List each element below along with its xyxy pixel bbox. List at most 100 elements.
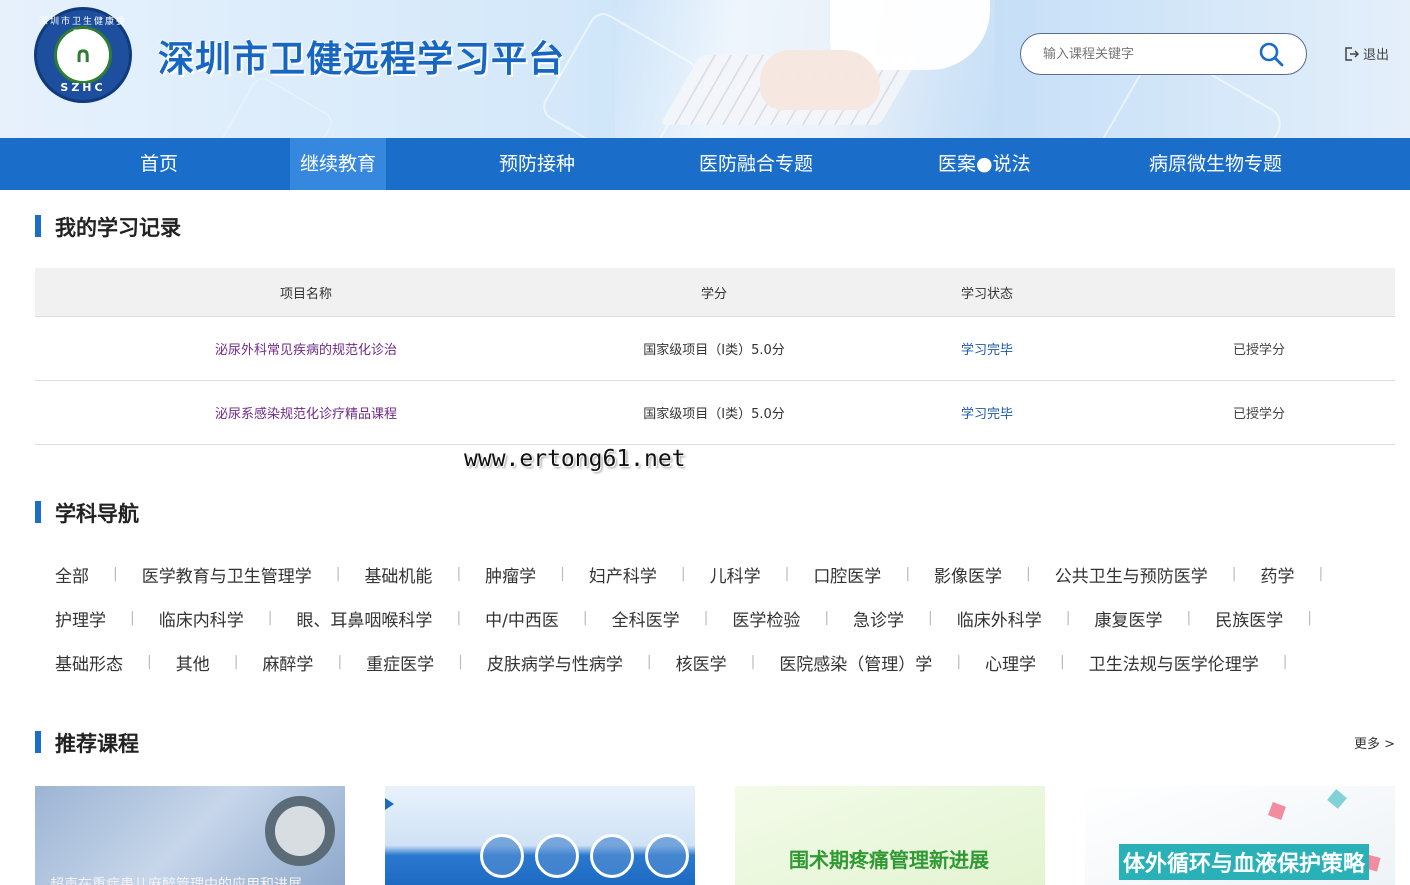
- pill-icon: [535, 834, 579, 878]
- table-row: 泌尿系感染规范化诊疗精品课程 国家级项目（I类）5.0分 学习完毕 已授学分: [35, 381, 1395, 445]
- subject-separator: |: [646, 654, 652, 670]
- logout-button[interactable]: 退出: [1343, 44, 1389, 63]
- subject-link[interactable]: 影像医学: [934, 562, 1002, 587]
- search-icon[interactable]: [1258, 41, 1284, 67]
- column-header-credit: 学分: [700, 286, 727, 302]
- column-header-name: 项目名称: [279, 286, 332, 302]
- course-card[interactable]: 超声在重症患儿麻醉管理中的应用和进展: [35, 786, 345, 885]
- subject-separator: |: [750, 654, 756, 670]
- subject-link[interactable]: 核医学: [676, 650, 727, 675]
- subject-separator: |: [560, 566, 565, 582]
- subject-separator: |: [784, 566, 790, 582]
- decorative-square: [1268, 802, 1286, 820]
- status-cell: 学习完毕: [960, 407, 1013, 422]
- subject-link[interactable]: 中/中西医: [485, 606, 559, 631]
- course-card-caption: 围术期疼痛管理新进展: [789, 848, 989, 872]
- subject-link[interactable]: 其他: [176, 650, 210, 675]
- subject-link[interactable]: 麻醉学: [262, 650, 313, 675]
- subject-separator: |: [267, 610, 273, 626]
- subject-separator: |: [1318, 566, 1324, 582]
- subject-link[interactable]: 全科医学: [612, 606, 680, 631]
- subject-link[interactable]: 临床外科学: [957, 606, 1042, 631]
- subject-link[interactable]: 药学: [1260, 562, 1294, 587]
- globe-icon: [645, 834, 689, 878]
- subject-separator: |: [147, 654, 152, 670]
- subject-separator: |: [1186, 610, 1192, 626]
- subject-link[interactable]: 儿科学: [710, 562, 761, 587]
- subject-separator: |: [905, 566, 911, 582]
- nav-item-medical-cases[interactable]: 医案●说法: [928, 138, 1041, 190]
- site-title: 深圳市卫健远程学习平台: [158, 39, 566, 80]
- subject-link[interactable]: 康复医学: [1094, 606, 1162, 631]
- subject-link[interactable]: 医学教育与卫生管理学: [142, 562, 312, 587]
- subject-separator: |: [582, 610, 588, 626]
- subject-link[interactable]: 眼、耳鼻咽喉科学: [296, 606, 432, 631]
- search-box: [1020, 33, 1307, 75]
- subject-link[interactable]: 基础机能: [364, 562, 432, 587]
- subject-row: 护理学 | 临床内科学 | 眼、耳鼻咽喉科学 | 中/中西医 | 全科医学 | 医学检验 | 急诊学 | 临…: [55, 596, 1375, 640]
- nav-item-medical-prevention[interactable]: 医防融合专题: [689, 138, 823, 190]
- subject-separator: |: [335, 566, 341, 582]
- nav-item-pathogen[interactable]: 病原微生物专题: [1139, 138, 1292, 190]
- subject-link[interactable]: 皮肤病学与性病学: [487, 650, 623, 675]
- subject-separator: |: [1307, 610, 1312, 626]
- subject-separator: |: [824, 610, 830, 626]
- course-card[interactable]: [385, 786, 695, 885]
- logo-ring-text: 深圳市卫生健康委员会: [38, 17, 127, 40]
- watermark-text: www.ertong61.net: [464, 446, 686, 472]
- subject-separator: |: [233, 654, 239, 670]
- nav-item-continuing-education[interactable]: 继续教育: [290, 138, 387, 190]
- subject-row: 全部 | 医学教育与卫生管理学 | 基础机能 | 肿瘤学 | 妇产科学 | 儿科学 | 口腔医学 | 影像医…: [55, 552, 1375, 596]
- subject-link[interactable]: 妇产科学: [589, 562, 657, 587]
- course-link[interactable]: 泌尿外科常见疾病的规范化诊治: [215, 339, 397, 358]
- subject-link[interactable]: 临床内科学: [159, 606, 244, 631]
- subject-link[interactable]: 卫生法规与医学伦理学: [1089, 650, 1259, 675]
- subject-separator: |: [1065, 610, 1071, 626]
- subject-link[interactable]: 心理学: [985, 650, 1036, 675]
- subject-separator: |: [458, 654, 463, 670]
- recommended-section-title: 推荐课程: [35, 728, 139, 758]
- subject-link[interactable]: 基础形态: [55, 650, 123, 675]
- medical-cross-icon: [480, 834, 524, 878]
- banner-hand-image: [760, 50, 880, 110]
- course-card-caption: 超声在重症患儿麻醉管理中的应用和进展: [50, 877, 302, 885]
- decorative-square: [1327, 789, 1347, 809]
- records-table: 项目名称 学分 学习状态 泌尿外科常见疾病的规范化诊治 国家级项目（I类）5.0…: [35, 268, 1395, 445]
- main-nav: 首页 继续教育 预防接种 医防融合专题 医案●说法 病原微生物专题: [0, 138, 1410, 190]
- header-banner: 深圳市卫生健康委员会 ∩ SZHC 深圳市卫健远程学习平台 退出: [0, 0, 1410, 138]
- subject-link[interactable]: 口腔医学: [813, 562, 881, 587]
- subject-separator: |: [1282, 654, 1288, 670]
- stethoscope-image: [265, 796, 335, 866]
- column-header-grant: [1123, 268, 1395, 316]
- search-input[interactable]: [1043, 46, 1243, 62]
- subject-link[interactable]: 急诊学: [853, 606, 904, 631]
- table-header: 项目名称 学分 学习状态: [35, 268, 1395, 317]
- subject-link[interactable]: 重症医学: [366, 650, 434, 675]
- subject-link[interactable]: 肿瘤学: [485, 562, 536, 587]
- course-card[interactable]: 围术期疼痛管理新进展: [735, 786, 1045, 885]
- subject-separator: |: [456, 566, 462, 582]
- status-cell: 学习完毕: [960, 343, 1013, 358]
- subject-separator: |: [456, 610, 462, 626]
- subject-link[interactable]: 民族医学: [1215, 606, 1283, 631]
- subjects-section-title: 学科导航: [35, 498, 139, 528]
- logo-abbreviation: SZHC: [60, 81, 106, 94]
- subject-separator: |: [703, 610, 709, 626]
- course-card-caption: 体外循环与血液保护策略: [1119, 844, 1370, 880]
- course-link[interactable]: 泌尿系感染规范化诊疗精品课程: [215, 403, 397, 422]
- subject-link[interactable]: 护理学: [55, 606, 106, 631]
- column-header-status: 学习状态: [960, 286, 1013, 302]
- subject-link[interactable]: 医院感染（管理）学: [779, 650, 932, 675]
- subject-link[interactable]: 全部: [55, 562, 89, 587]
- nav-item-home[interactable]: 首页: [130, 138, 188, 190]
- subject-link[interactable]: 公共卫生与预防医学: [1055, 562, 1208, 587]
- nav-item-vaccination[interactable]: 预防接种: [489, 138, 585, 190]
- site-logo[interactable]: 深圳市卫生健康委员会 ∩ SZHC: [34, 7, 132, 103]
- subject-separator: |: [113, 566, 118, 582]
- more-link[interactable]: 更多 >: [1354, 733, 1395, 752]
- subject-separator: |: [680, 566, 686, 582]
- subject-link[interactable]: 医学检验: [732, 606, 800, 631]
- table-row: 泌尿外科常见疾病的规范化诊治 国家级项目（I类）5.0分 学习完毕 已授学分: [35, 317, 1395, 381]
- doctor-icon: [590, 834, 634, 878]
- course-card[interactable]: 体外循环与血液保护策略: [1085, 786, 1395, 885]
